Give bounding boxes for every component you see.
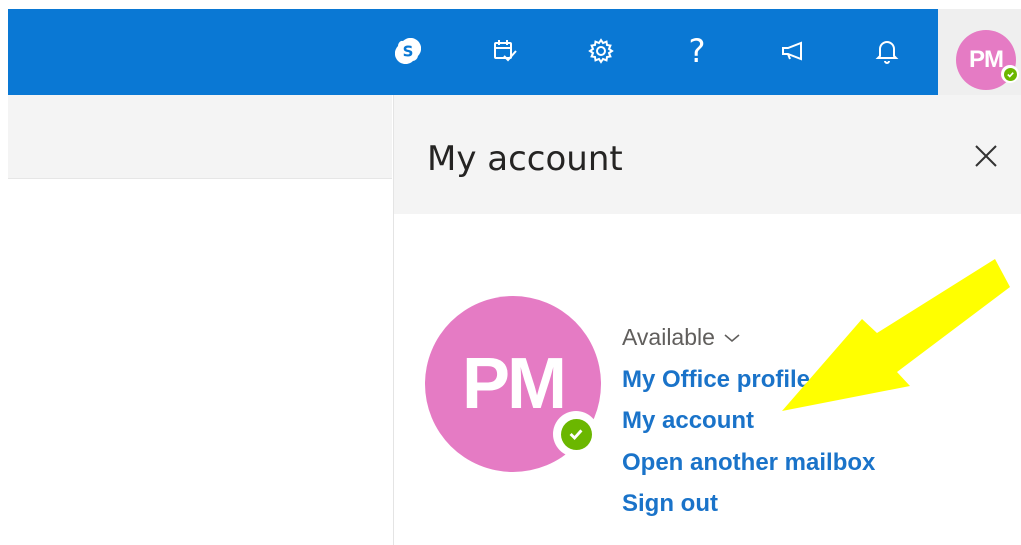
close-button[interactable] xyxy=(969,139,1003,173)
megaphone-icon[interactable] xyxy=(773,28,813,74)
gear-icon[interactable] xyxy=(581,28,621,74)
status-label: Available xyxy=(622,324,715,350)
open-another-mailbox-link[interactable]: Open another mailbox xyxy=(622,449,875,477)
left-toolbar-area xyxy=(8,95,392,179)
skype-icon[interactable]: S xyxy=(388,28,428,74)
svg-text:S: S xyxy=(403,43,414,61)
avatar-initials: PM xyxy=(969,46,1004,73)
annotation-arrow-icon xyxy=(782,259,1010,411)
panel-header: My account xyxy=(394,95,1021,214)
my-account-link[interactable]: My account xyxy=(622,407,754,435)
close-icon xyxy=(975,145,997,167)
help-glyph: ? xyxy=(688,32,706,70)
calendar-check-icon[interactable] xyxy=(485,28,525,74)
presence-available-icon xyxy=(1001,65,1019,83)
sign-out-link[interactable]: Sign out xyxy=(622,490,718,518)
bell-icon[interactable] xyxy=(867,28,907,74)
presence-status-dropdown[interactable]: Available xyxy=(622,324,741,351)
profile-avatar-initials: PM xyxy=(462,344,567,424)
presence-available-icon xyxy=(553,411,599,457)
help-icon[interactable]: ? xyxy=(677,28,717,74)
chevron-down-icon xyxy=(724,333,740,342)
panel-title: My account xyxy=(427,139,623,179)
